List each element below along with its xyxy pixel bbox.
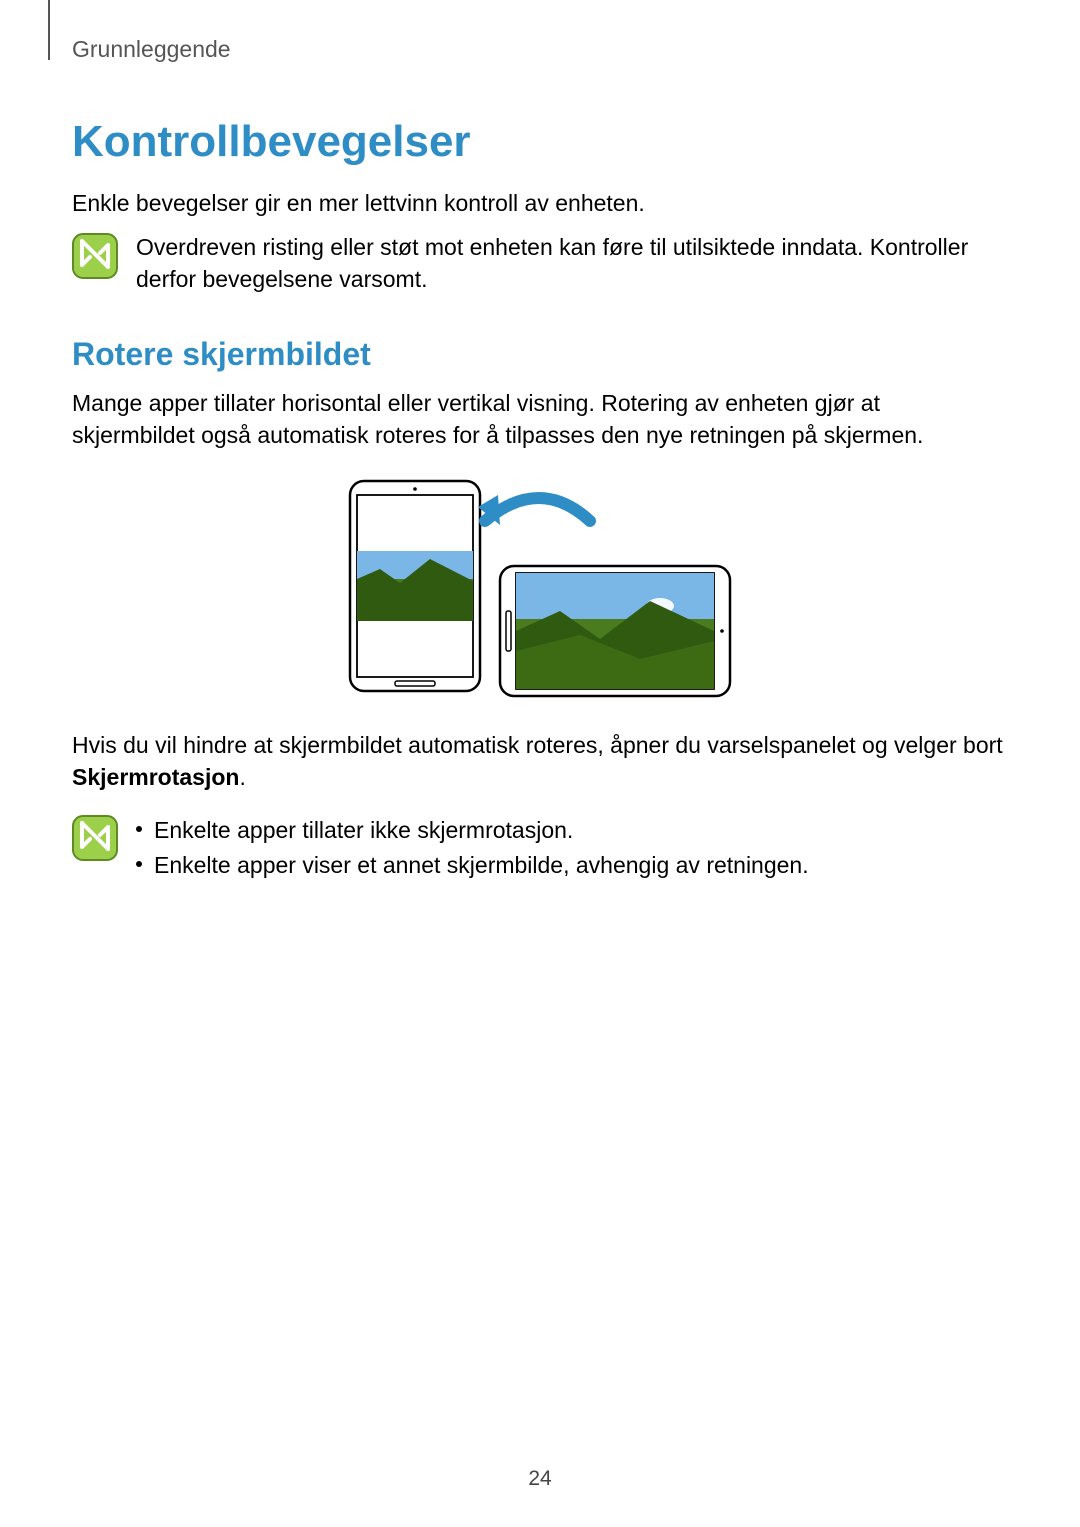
intro-text: Enkle bevegelser gir en mer lettvinn kon… <box>72 187 1008 219</box>
body-text-2-bold: Skjermrotasjon <box>72 764 239 790</box>
bullet-dot-icon <box>136 861 142 867</box>
note-text-1: Overdreven risting eller støt mot enhete… <box>136 231 1008 295</box>
note-block-1: Overdreven risting eller støt mot enhete… <box>72 231 1008 295</box>
breadcrumb: Grunnleggende <box>72 36 1008 63</box>
margin-divider <box>48 0 50 60</box>
bullet-text-2: Enkelte apper viser et annet skjermbilde… <box>154 848 809 883</box>
bullet-text-1: Enkelte apper tillater ikke skjermrotasj… <box>154 813 573 848</box>
page-number: 24 <box>0 1467 1080 1491</box>
body-text-1: Mange apper tillater horisontal eller ve… <box>72 387 1008 451</box>
bullet-dot-icon <box>136 826 142 832</box>
page-content: Grunnleggende Kontrollbevegelser Enkle b… <box>0 0 1080 882</box>
body-text-2-pre: Hvis du vil hindre at skjermbildet autom… <box>72 732 1003 758</box>
list-item: Enkelte apper viser et annet skjermbilde… <box>136 848 1008 883</box>
bullet-list: Enkelte apper tillater ikke skjermrotasj… <box>136 813 1008 882</box>
page-title: Kontrollbevegelser <box>72 117 1008 167</box>
note-block-2: Enkelte apper tillater ikke skjermrotasj… <box>72 813 1008 882</box>
body-text-2-post: . <box>239 764 245 790</box>
rotation-figure <box>72 471 1008 701</box>
body-text-2: Hvis du vil hindre at skjermbildet autom… <box>72 729 1008 793</box>
section-title-rotate: Rotere skjermbildet <box>72 336 1008 373</box>
note-icon <box>72 815 118 861</box>
list-item: Enkelte apper tillater ikke skjermrotasj… <box>136 813 1008 848</box>
note-icon <box>72 233 118 279</box>
